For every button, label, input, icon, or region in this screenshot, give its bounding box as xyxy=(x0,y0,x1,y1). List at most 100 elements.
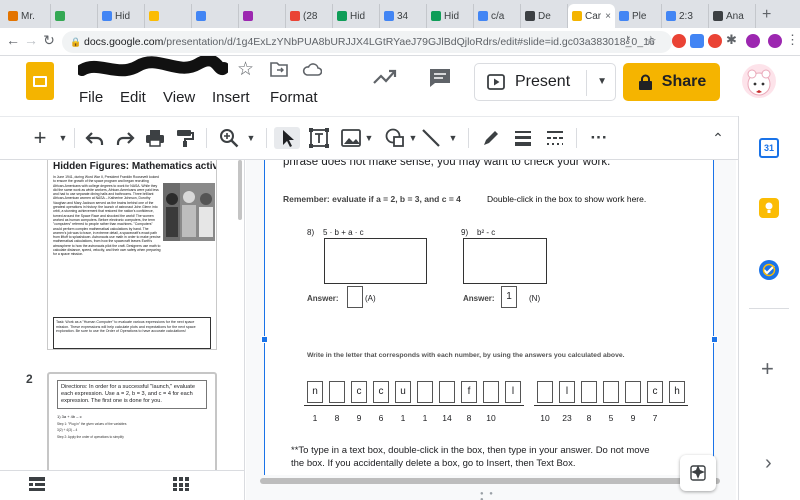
letter-answer-box[interactable]: h xyxy=(669,381,685,403)
menu-edit[interactable]: Edit xyxy=(120,89,146,106)
keep-notes-icon[interactable] xyxy=(759,198,779,218)
letter-answer-box[interactable]: f xyxy=(461,381,477,403)
menu-format[interactable]: Format xyxy=(270,89,318,106)
browser-tab[interactable]: Hid xyxy=(427,4,474,28)
browser-tab[interactable]: Hid xyxy=(333,4,380,28)
canvas-horizontal-scrollbar[interactable] xyxy=(260,478,720,484)
more-options-icon[interactable]: ··· xyxy=(588,127,610,149)
select-cursor-icon[interactable] xyxy=(274,127,300,149)
extensions-puzzle-icon[interactable]: ✱ xyxy=(726,32,740,47)
letter-answer-box[interactable]: u xyxy=(395,381,411,403)
browser-tab[interactable]: Mr. xyxy=(4,4,51,28)
browser-tab[interactable]: Ple xyxy=(615,4,662,28)
activity-trend-icon[interactable] xyxy=(372,68,398,86)
letter-answer-box[interactable]: c xyxy=(351,381,367,403)
selection-handle[interactable] xyxy=(261,336,268,343)
slide-thumbnail-1[interactable]: Hidden Figures: Mathematics activity In … xyxy=(47,160,217,350)
letter-answer-box[interactable] xyxy=(603,381,619,403)
shape-icon[interactable] xyxy=(384,127,406,149)
menu-insert[interactable]: Insert xyxy=(212,89,250,106)
shape-dropdown-icon[interactable]: ▼ xyxy=(408,127,418,149)
share-button[interactable]: Share xyxy=(623,63,720,101)
browser-tab[interactable]: (28 xyxy=(286,4,333,28)
bookmark-star-icon[interactable]: ☆ xyxy=(645,33,659,48)
comments-icon[interactable] xyxy=(428,67,452,89)
new-tab-button[interactable]: + xyxy=(762,4,771,28)
line-dropdown-icon[interactable]: ▼ xyxy=(448,127,458,149)
star-icon[interactable]: ☆ xyxy=(237,58,254,81)
move-folder-icon[interactable] xyxy=(270,61,288,77)
browser-tab[interactable]: De xyxy=(521,4,568,28)
browser-tab[interactable]: c/a xyxy=(474,4,521,28)
letter-answer-box[interactable] xyxy=(537,381,553,403)
letter-answer-box[interactable] xyxy=(625,381,641,403)
insert-image-icon[interactable] xyxy=(340,127,362,149)
problem-8-work-box[interactable] xyxy=(324,238,427,284)
calendar-icon[interactable]: 31 xyxy=(759,138,779,158)
profile-avatar-icon[interactable] xyxy=(768,34,782,48)
back-icon[interactable]: ← xyxy=(4,32,22,48)
slide-canvas[interactable]: phrase does not make sense, you may want… xyxy=(246,160,736,500)
browser-tab[interactable]: Hid xyxy=(98,4,145,28)
account-avatar[interactable] xyxy=(742,64,776,98)
get-addons-icon[interactable]: + xyxy=(761,356,774,382)
reload-icon[interactable]: ↻ xyxy=(40,32,58,49)
line-icon[interactable] xyxy=(420,127,442,149)
letter-answer-box[interactable]: c xyxy=(373,381,389,403)
pen-icon[interactable] xyxy=(480,127,502,149)
selection-handle[interactable] xyxy=(711,336,718,343)
slides-logo-icon[interactable] xyxy=(26,62,54,100)
browser-tab[interactable]: Ana xyxy=(709,4,756,28)
border-dash-icon[interactable] xyxy=(544,127,566,149)
border-weight-icon[interactable] xyxy=(512,127,534,149)
browser-tab[interactable] xyxy=(51,4,98,28)
zoom-icon[interactable] xyxy=(218,127,240,149)
paint-format-icon[interactable] xyxy=(174,127,196,149)
extension-icon[interactable] xyxy=(708,34,722,48)
letter-answer-box[interactable] xyxy=(329,381,345,403)
menu-view[interactable]: View xyxy=(163,89,195,106)
text-box-icon[interactable] xyxy=(308,127,330,149)
present-dropdown-icon[interactable]: ▼ xyxy=(597,76,607,87)
letter-answer-box[interactable] xyxy=(439,381,455,403)
letter-answer-box[interactable]: c xyxy=(647,381,663,403)
browser-menu-icon[interactable]: ⋮ xyxy=(786,32,799,47)
current-slide[interactable]: phrase does not make sense, you may want… xyxy=(261,160,718,475)
profile-avatar-icon[interactable] xyxy=(746,34,760,48)
key-icon[interactable]: ⚷ xyxy=(624,35,638,49)
expand-panel-icon[interactable]: › xyxy=(765,452,772,475)
browser-tab[interactable]: Car × xyxy=(568,4,615,28)
new-slide-dropdown-icon[interactable]: ▼ xyxy=(58,127,68,149)
document-title-redacted[interactable] xyxy=(78,56,228,82)
slide-thumbnail-2[interactable]: Directions: In order for a successful "l… xyxy=(47,372,217,470)
present-button[interactable]: Present ▼ xyxy=(474,63,616,101)
problem-9-work-box[interactable] xyxy=(463,238,547,284)
extension-icon[interactable] xyxy=(690,34,704,48)
grid-view-icon[interactable] xyxy=(172,476,190,492)
forward-icon[interactable]: → xyxy=(22,32,40,48)
close-tab-icon[interactable]: × xyxy=(605,11,611,22)
browser-tab[interactable] xyxy=(145,4,192,28)
filmstrip-view-icon[interactable] xyxy=(28,476,46,492)
browser-tab[interactable] xyxy=(192,4,239,28)
browser-tab[interactable]: 2:3 xyxy=(662,4,709,28)
extension-icon[interactable] xyxy=(672,34,686,48)
tasks-icon[interactable] xyxy=(759,260,779,280)
image-dropdown-icon[interactable]: ▼ xyxy=(364,127,374,149)
answer-9-box[interactable]: 1 xyxy=(501,286,517,308)
letter-answer-box[interactable] xyxy=(417,381,433,403)
explore-button[interactable] xyxy=(680,455,716,491)
browser-tab[interactable] xyxy=(239,4,286,28)
undo-icon[interactable] xyxy=(84,127,106,149)
notes-resize-handle[interactable]: ● ● ● xyxy=(480,491,502,500)
new-slide-icon[interactable]: + xyxy=(30,125,50,150)
letter-answer-box[interactable]: l xyxy=(559,381,575,403)
menu-file[interactable]: File xyxy=(79,89,103,106)
browser-tab[interactable]: 34 xyxy=(380,4,427,28)
zoom-dropdown-icon[interactable]: ▼ xyxy=(246,127,256,149)
cloud-saved-icon[interactable] xyxy=(302,62,322,76)
letter-answer-box[interactable] xyxy=(483,381,499,403)
address-bar[interactable]: 🔒 docs.google.com/presentation/d/1g4ExLz… xyxy=(62,31,672,53)
letter-answer-box[interactable]: l xyxy=(505,381,521,403)
letter-answer-box[interactable]: n xyxy=(307,381,323,403)
